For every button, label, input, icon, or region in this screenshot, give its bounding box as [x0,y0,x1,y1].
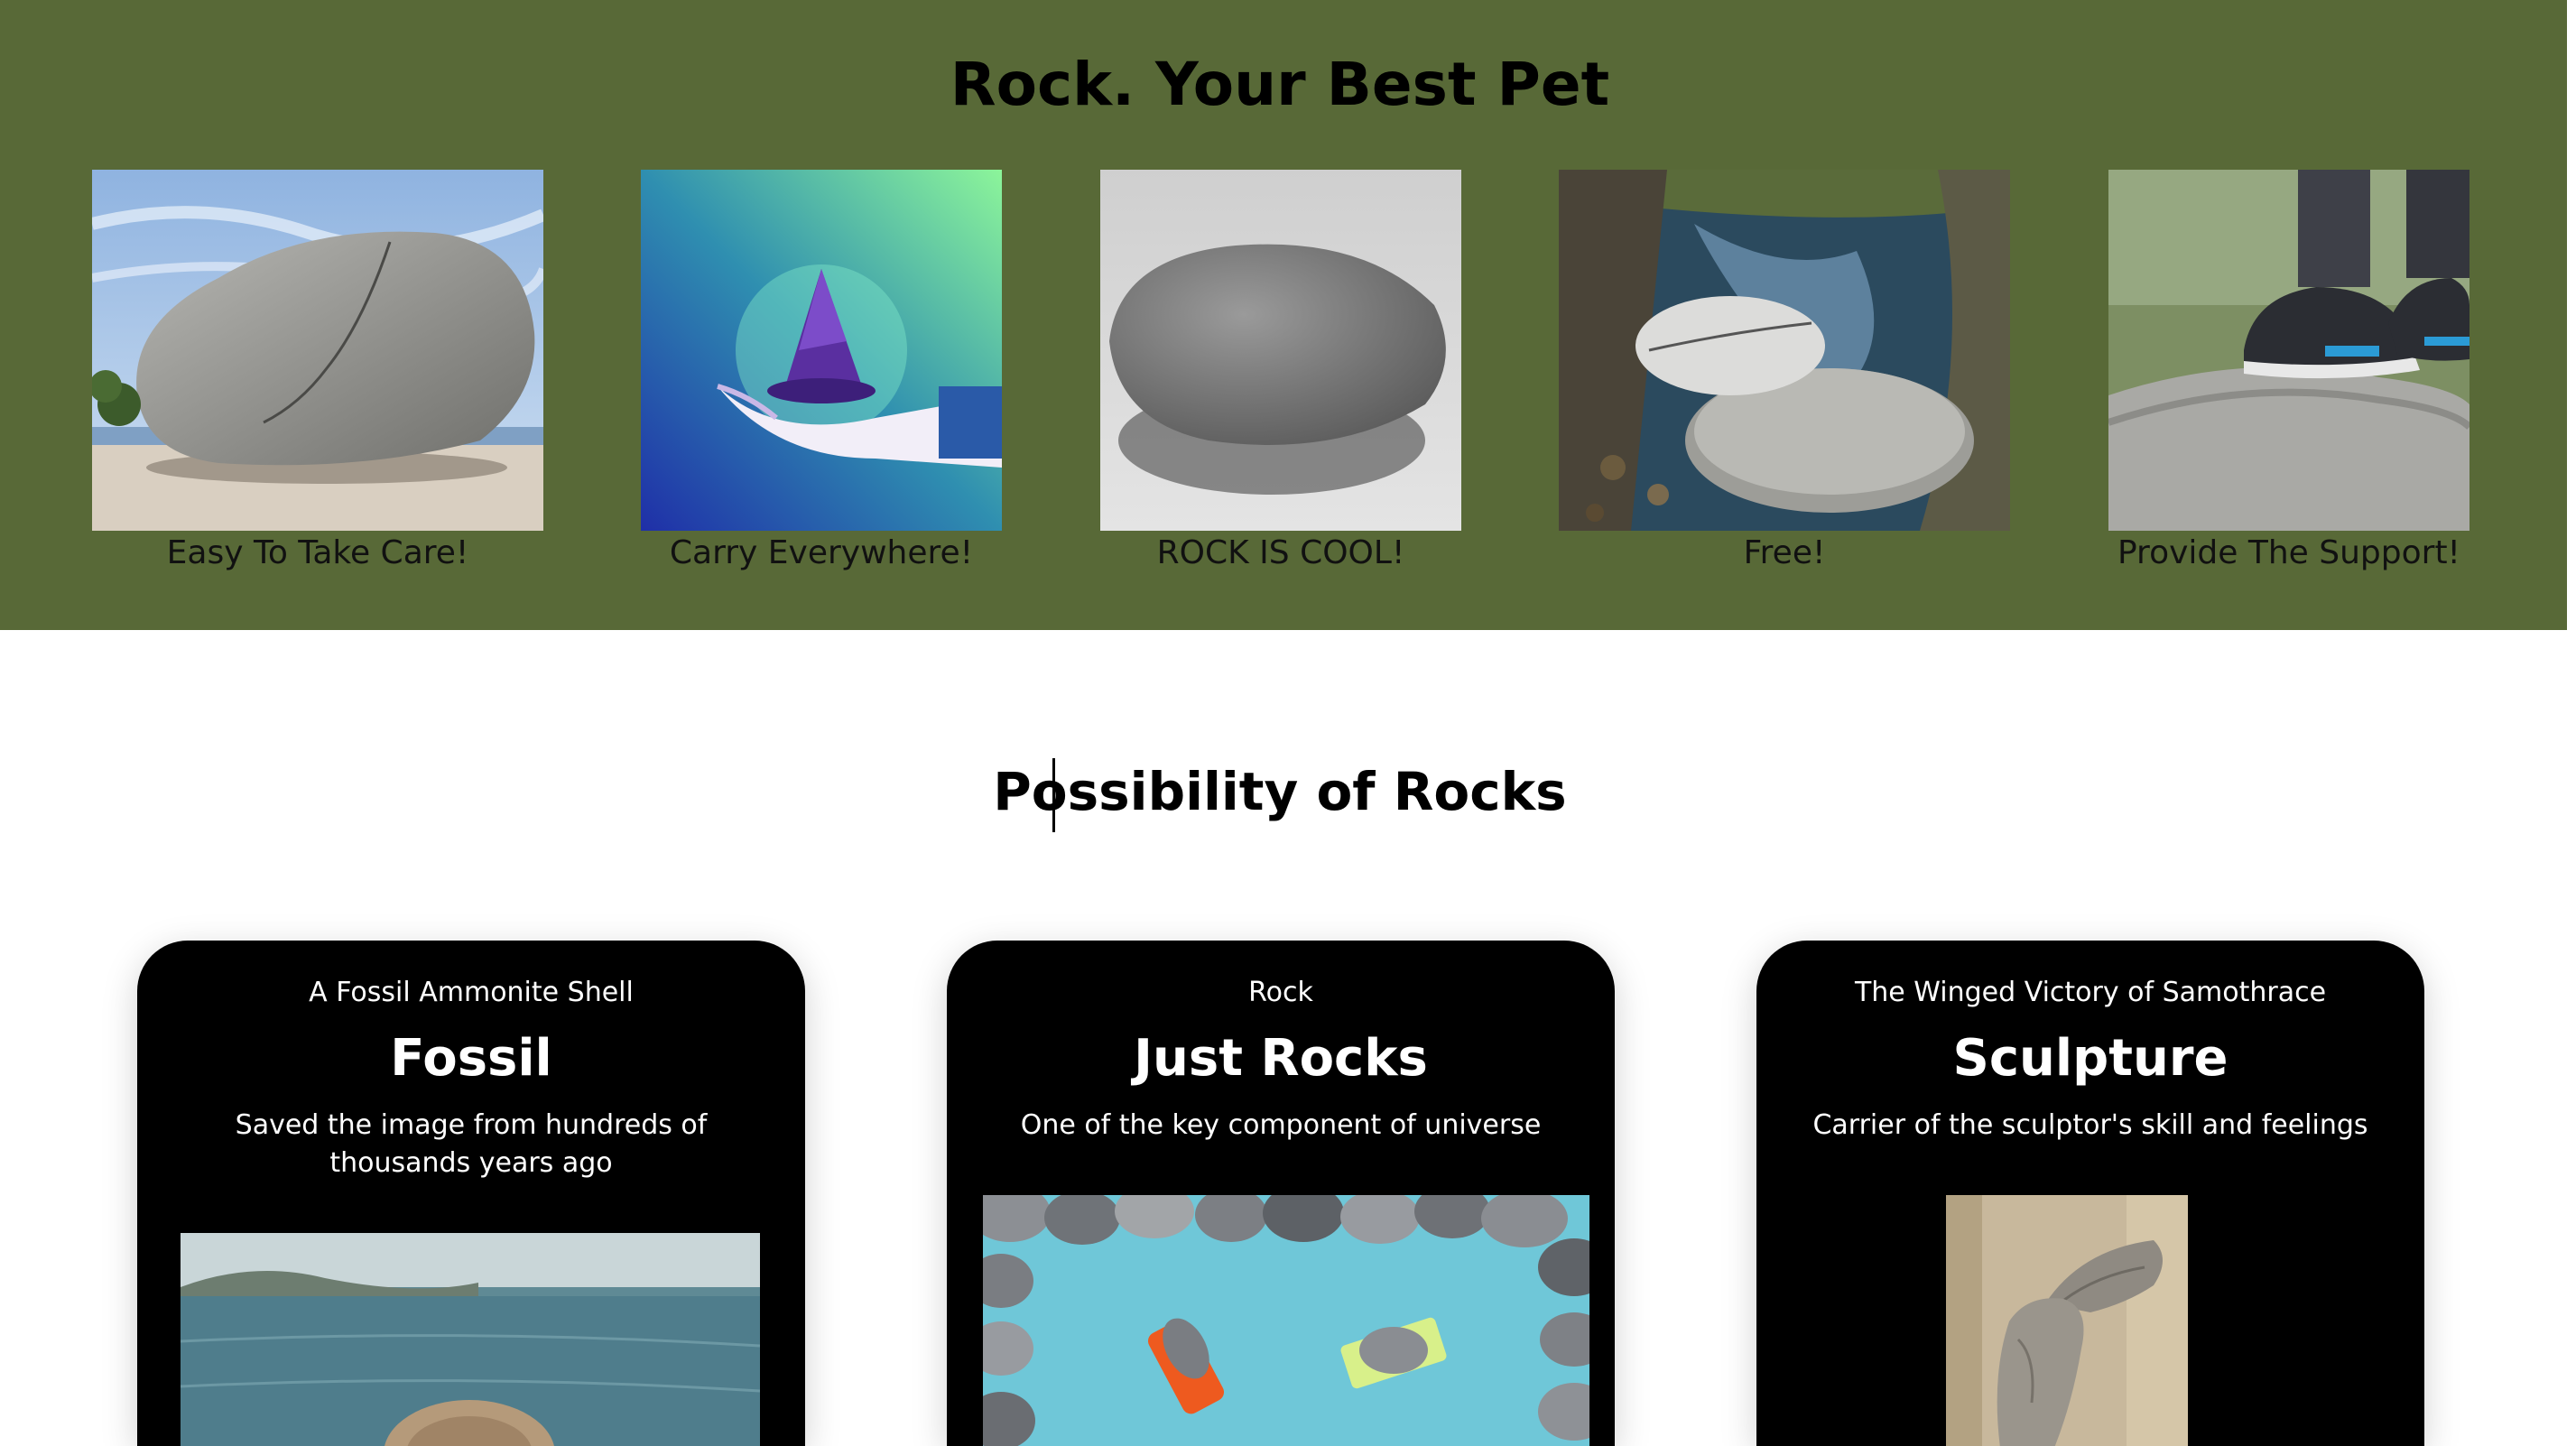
sneakers-on-rock-image [2108,170,2469,531]
boulder-image [92,170,543,531]
stream-stone-image [1559,170,2010,531]
feature-item: Free! [1559,170,2010,572]
pebble-image [1100,170,1461,531]
card-description: One of the key component of universe [1020,1109,1542,1141]
card-description: Saved the image from hundreds of thousan… [235,1109,708,1179]
feature-caption: Carry Everywhere! [669,534,974,571]
feature-item: ROCK IS COOL! [1100,170,1461,572]
hero-band: Rock. Your Best Pet Easy To Take Care! C… [0,0,2567,630]
feature-item: Easy To Take Care! [92,170,543,572]
feature-item: Carry Everywhere! [641,170,1002,572]
card-kicker: Rock [1248,977,1313,1008]
card-just-rocks[interactable]: Rock Just Rocks One of the key component… [947,941,1615,1446]
text-cursor [1052,758,1055,832]
card-description: Carrier of the sculptor's skill and feel… [1812,1109,2368,1141]
feature-caption: Provide The Support! [2117,534,2460,571]
card-title: Sculpture [1952,1029,2229,1088]
section-title: Possibility of Rocks [993,761,1567,822]
winged-victory-image [1946,1195,2188,1446]
page-title: Rock. Your Best Pet [950,50,1610,119]
feature-caption: Free! [1743,534,1826,571]
card-kicker: The Winged Victory of Samothrace [1854,977,2327,1008]
card-kicker: A Fossil Ammonite Shell [309,977,634,1008]
feature-caption: Easy To Take Care! [166,534,469,571]
pebbles-image [983,1195,1589,1446]
card-sculpture[interactable]: The Winged Victory of Samothrace Sculptu… [1756,941,2424,1446]
card-fossil[interactable]: A Fossil Ammonite Shell Fossil Saved the… [137,941,805,1446]
ammonite-image [181,1233,760,1446]
feature-caption: ROCK IS COOL! [1156,534,1405,571]
card-title: Just Rocks [1134,1029,1428,1088]
hand-with-stones-image [641,170,1002,531]
card-title: Fossil [390,1029,552,1088]
feature-item: Provide The Support! [2108,170,2469,572]
